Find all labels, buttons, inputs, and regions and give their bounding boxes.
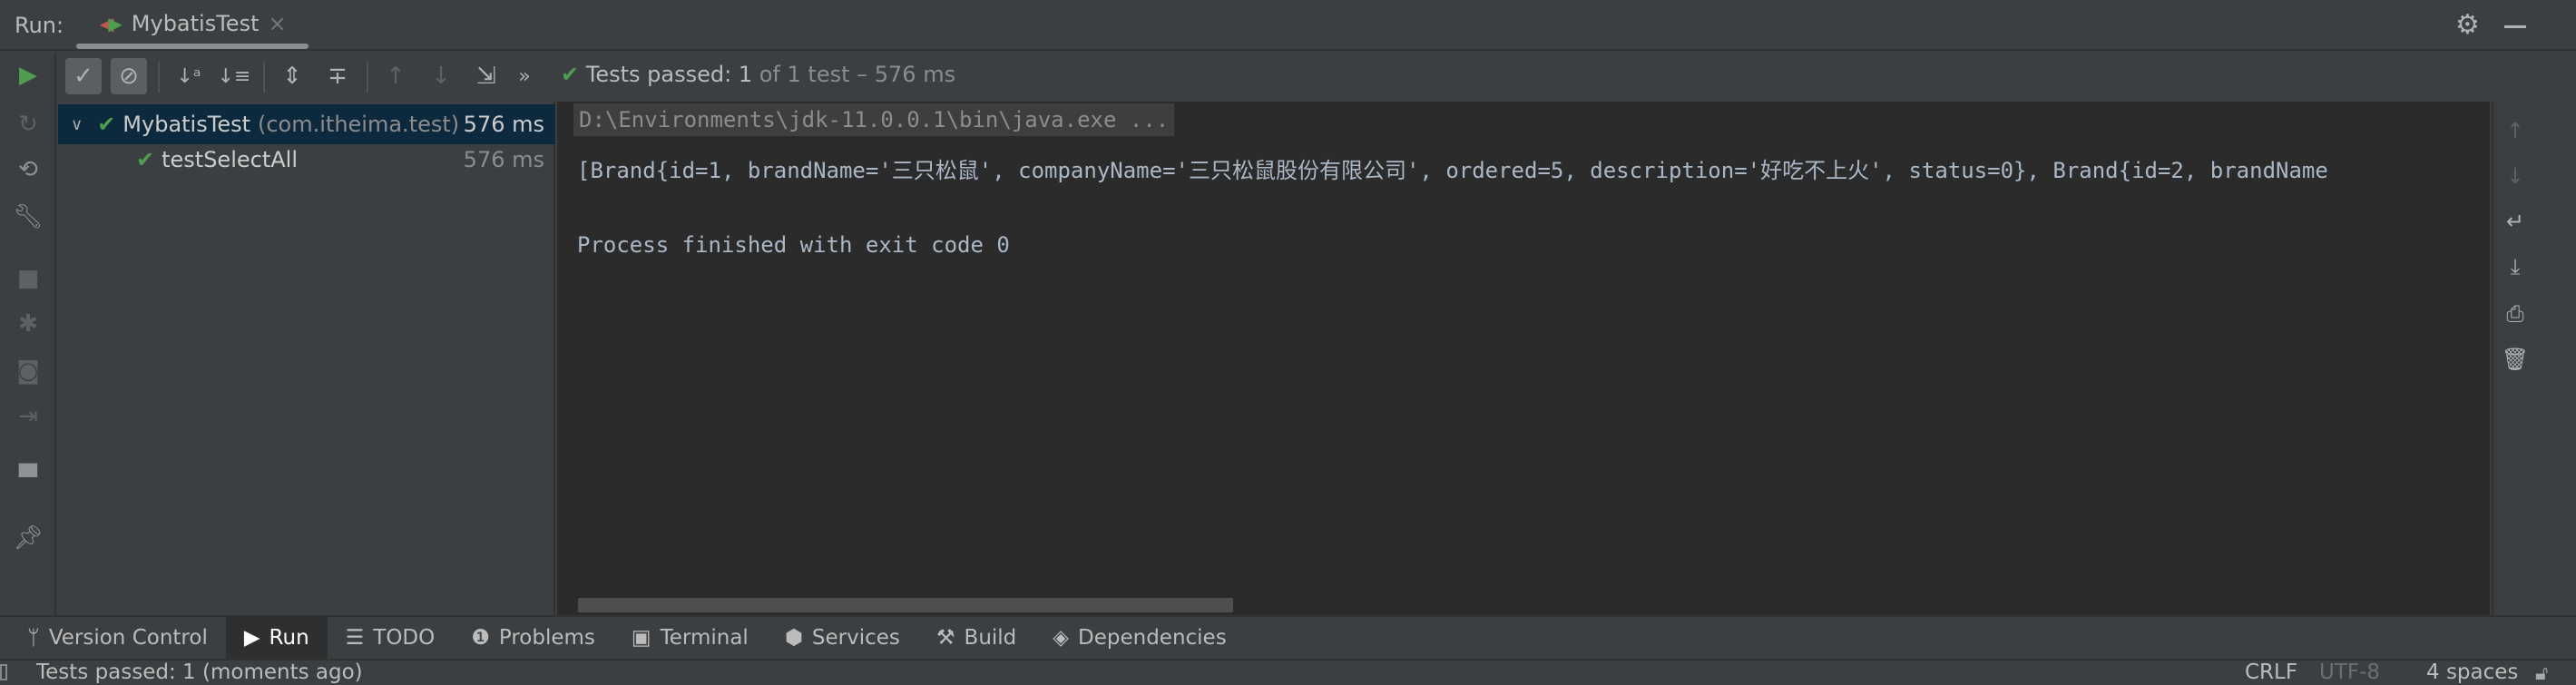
test-duration: 576 ms [463,147,544,172]
pass-check-icon: ✔ [97,112,116,137]
print-icon[interactable]: ⎙ [2501,299,2530,328]
show-ignored-toggle[interactable]: ⊘ [111,58,147,94]
tests-passed-label: Tests passed: [585,62,732,87]
up-stack-icon[interactable]: ↑ [2501,116,2530,145]
settings-gear-icon[interactable]: ⚙ [2455,9,2480,41]
services-icon: ⬢ [784,626,803,650]
test-tree: ∨ ✔ MybatisTest (com.itheima.test) 576 m… [58,102,555,615]
run-tool-header: Run: ◀▶ MybatisTest × ⚙ [0,0,2576,51]
hammer-icon: ⚒ [935,626,955,650]
run-label: Run: [15,13,64,38]
debug-icon[interactable]: ✱ [13,308,44,339]
sort-duration-icon[interactable]: ↓≡ [216,58,252,94]
console-line: [Brand{id=1, brandName='三只松鼠', companyNa… [577,158,2328,183]
toolbar-separator [367,62,368,93]
list-icon: ☰ [345,626,365,650]
expand-all-icon[interactable]: ⇕ [274,58,310,94]
rerun-icon[interactable]: ▶ [13,60,44,91]
junit-icon: ◀▶ [100,13,122,34]
tests-passed-detail: of 1 test – 576 ms [759,62,956,87]
test-class-package: (com.itheima.test) [258,112,460,137]
console-output[interactable]: D:\Environments\jdk-11.0.0.1\bin\java.ex… [557,102,2490,615]
import-tests-icon[interactable]: ⇲ [468,58,504,94]
test-method-name: testSelectAll [162,147,298,172]
scroll-to-end-icon[interactable]: ⤓ [2501,252,2530,281]
vcs-branch-icon: ᛘ [27,626,40,650]
status-message[interactable]: Tests passed: 1 (moments ago) [36,661,363,684]
tool-window-version-control[interactable]: ᛘ Version Control [9,617,226,659]
wrench-icon[interactable]: 🔧︎ [13,201,44,232]
sort-alpha-icon[interactable]: ↓ᵃ [171,58,207,94]
tree-item-testselectall[interactable]: ✔ testSelectAll 576 ms [58,140,555,180]
tool-window-build[interactable]: ⚒ Build [918,617,1034,659]
tool-window-dependencies[interactable]: ◈ Dependencies [1034,617,1244,659]
previous-test-icon[interactable]: ↑ [377,58,414,94]
warning-icon: ❶ [471,626,490,650]
run-left-toolbar: ▶ ↻ ⟲ 🔧︎ ■ ✱ ◙ ⇥ ▀ 📌︎ [0,53,56,615]
tool-window-bar: ᛘ Version Control ▶ Run ☰ TODO ❶ Problems ▣ T… [0,615,2576,659]
test-toolbar: ✓ ⊘ ↓ᵃ ↓≡ ⇕ ∓ ↑ ↓ ⇲ » ✔ Tests passed: 1 … [56,53,2576,100]
tool-window-services[interactable]: ⬢ Services [767,617,918,659]
file-encoding[interactable]: UTF-8 [2319,661,2380,684]
toolbar-separator [158,62,160,93]
minimize-icon[interactable] [2504,25,2526,28]
toolbar-separator [263,62,265,93]
dependencies-icon: ◈ [1053,626,1069,650]
status-bar: Tests passed: 1 (moments ago) CRLF UTF-8… [0,659,2576,685]
chevron-down-icon[interactable]: ∨ [71,115,83,134]
console-command-line[interactable]: D:\Environments\jdk-11.0.0.1\bin\java.ex… [573,103,1175,136]
export-icon[interactable]: ⇥ [13,401,44,432]
terminal-icon: ▣ [631,626,651,650]
pass-check-icon: ✔ [136,147,155,172]
tool-window-problems[interactable]: ❶ Problems [453,617,613,659]
next-test-icon[interactable]: ↓ [423,58,459,94]
unlock-icon[interactable]: 🔓︎ [2535,662,2548,685]
run-tab-mybatistest[interactable]: ◀▶ MybatisTest × [100,11,287,36]
tab-underline [76,44,309,49]
test-duration: 576 ms [463,112,544,137]
down-stack-icon[interactable]: ↓ [2501,161,2530,191]
trash-icon[interactable]: 🗑︎ [2501,345,2530,374]
more-icon[interactable]: » [506,58,543,94]
pass-check-icon: ✔ [561,62,580,87]
console-right-toolbar: ↑ ↓ ↵ ⤓ ⎙ 🗑︎ [2492,102,2535,615]
console-exit-line: Process finished with exit code 0 [577,232,1010,258]
tab-title: MybatisTest [131,11,260,36]
collapse-all-icon[interactable]: ∓ [319,58,356,94]
tool-window-todo[interactable]: ☰ TODO [328,617,454,659]
camera-icon[interactable]: ◙ [13,356,44,387]
tree-item-mybatistest[interactable]: ∨ ✔ MybatisTest (com.itheima.test) 576 m… [58,104,555,144]
line-separator[interactable]: CRLF [2245,661,2297,684]
run-icon: ▶ [243,626,260,650]
pin-icon[interactable]: 📌︎ [13,523,44,553]
close-tab-icon[interactable]: × [268,11,286,36]
tests-passed-count: 1 [738,62,753,87]
soft-wrap-icon[interactable]: ↵ [2501,207,2530,236]
toggle-auto-test-icon[interactable]: ⟲ [13,154,44,185]
indent-setting[interactable]: 4 spaces [2426,661,2518,684]
layout-icon[interactable]: ▀ [13,463,44,494]
panel-toggle-icon[interactable] [0,664,7,680]
tool-window-terminal[interactable]: ▣ Terminal [613,617,767,659]
rerun-failed-icon[interactable]: ↻ [13,109,44,140]
tool-window-run[interactable]: ▶ Run [225,617,328,659]
test-status-summary: ✔ Tests passed: 1 of 1 test – 576 ms [561,62,955,87]
test-class-name: MybatisTest [122,112,250,137]
stop-icon[interactable]: ■ [13,263,44,294]
horizontal-scrollbar[interactable] [578,598,1233,612]
show-passed-toggle[interactable]: ✓ [65,58,102,94]
